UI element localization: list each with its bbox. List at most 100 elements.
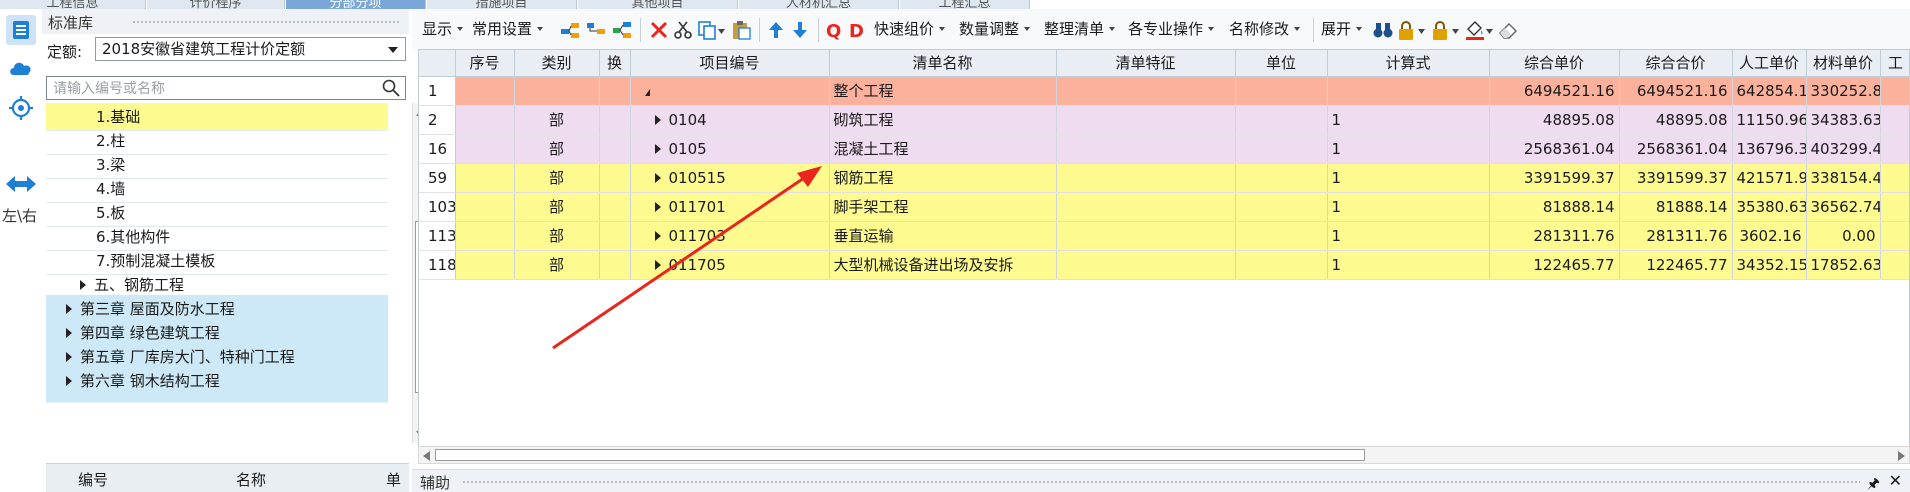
cell-truncated[interactable] [1880, 76, 1909, 106]
copy-icon[interactable] [696, 19, 718, 41]
cell-bill-feature[interactable] [1056, 76, 1236, 106]
tab-other-items[interactable]: 其他项目 [578, 0, 738, 9]
cell-swap[interactable] [599, 105, 631, 135]
fill-color-dropdown-icon[interactable] [1486, 29, 1493, 34]
find-binoculars-icon[interactable] [1372, 19, 1394, 41]
cell-swap[interactable] [599, 221, 631, 251]
col-unit[interactable]: 单位 [386, 469, 409, 492]
cell-total-price[interactable]: 48895.08 [1619, 105, 1733, 135]
organize-bill-menu[interactable]: 整理清单 [1044, 17, 1116, 41]
table-row[interactable]: 59 部 010515 钢筋工程 1 3391599.37 3391599.37 421571… [419, 163, 1909, 193]
col-bill-name[interactable]: 清单名称 [829, 50, 1057, 77]
tab-measures[interactable]: 措施项目 [427, 0, 577, 9]
left-right-swap-icon[interactable] [6, 169, 36, 199]
cell-unit[interactable] [1235, 134, 1328, 164]
cloud-icon[interactable] [6, 53, 36, 83]
cell-total-price[interactable]: 81888.14 [1619, 192, 1733, 222]
display-menu[interactable]: 显示 [422, 17, 464, 41]
scroll-left-icon[interactable] [423, 451, 430, 461]
insert-quota-icon[interactable] [611, 19, 633, 41]
row-number[interactable]: 113 [419, 221, 456, 251]
eraser-icon[interactable] [1497, 19, 1519, 41]
delete-icon[interactable] [648, 19, 670, 41]
cell-item-code[interactable] [630, 76, 830, 106]
col-material-price[interactable]: 材料单价 [1806, 50, 1881, 77]
cell-bill-feature[interactable] [1056, 192, 1236, 222]
cell-swap[interactable] [599, 134, 631, 164]
cell-total-price[interactable]: 122465.77 [1619, 250, 1733, 280]
expand-arrow-icon[interactable] [66, 304, 72, 314]
col-name[interactable]: 名称 [236, 469, 266, 490]
cell-category[interactable]: 部 [514, 134, 600, 164]
expand-arrow-icon[interactable] [80, 280, 86, 290]
col-swap[interactable]: 换 [599, 50, 631, 77]
cell-material-price[interactable]: 338154.49 [1806, 163, 1881, 193]
col-formula[interactable]: 计算式 [1327, 50, 1490, 77]
cell-bill-feature[interactable] [1056, 163, 1236, 193]
cell-formula[interactable]: 1 [1327, 250, 1490, 280]
grid-hscrollbar[interactable] [418, 446, 1910, 464]
cell-labor-price[interactable]: 3602.16 [1732, 221, 1807, 251]
cell-bill-name[interactable]: 整个工程 [829, 76, 1057, 106]
cell-truncated[interactable] [1880, 163, 1909, 193]
cell-total-price[interactable]: 2568361.04 [1619, 134, 1733, 164]
cell-unit-price[interactable]: 3391599.37 [1489, 163, 1620, 193]
cell-bill-feature[interactable] [1056, 134, 1236, 164]
cell-category[interactable]: 部 [514, 105, 600, 135]
cell-unit[interactable] [1235, 105, 1328, 135]
col-labor-price[interactable]: 人工单价 [1732, 50, 1807, 77]
quota-d-icon[interactable]: D [846, 19, 868, 41]
cell-unit[interactable] [1235, 192, 1328, 222]
cell-truncated[interactable] [1880, 250, 1909, 280]
expand-arrow-icon[interactable] [66, 328, 72, 338]
cell-labor-price[interactable]: 136796.35 [1732, 134, 1807, 164]
expand-arrow-icon[interactable] [66, 352, 72, 362]
cell-seq[interactable] [455, 105, 515, 135]
cell-seq[interactable] [455, 163, 515, 193]
table-row[interactable]: 2 部 0104 砌筑工程 1 48895.08 48895.08 11150.96 34383… [419, 105, 1909, 135]
cell-category[interactable]: 部 [514, 192, 600, 222]
table-row[interactable]: 1整个工程6494521.166494521.16642854.16330252… [419, 76, 1909, 106]
cell-unit-price[interactable]: 6494521.16 [1489, 76, 1620, 106]
fill-color-icon[interactable] [1464, 19, 1486, 41]
header-grip[interactable] [132, 20, 401, 24]
expand-arrow-icon[interactable] [654, 259, 661, 270]
cell-truncated[interactable] [1880, 105, 1909, 135]
scrollbar-thumb[interactable] [435, 449, 1365, 461]
search-box[interactable] [46, 76, 406, 100]
paste-icon[interactable] [730, 19, 752, 41]
cell-category[interactable] [514, 76, 600, 106]
cell-seq[interactable] [455, 76, 515, 106]
quick-pricing-menu[interactable]: 快速组价 [874, 17, 946, 41]
cell-bill-name[interactable]: 钢筋工程 [829, 163, 1057, 193]
row-number[interactable]: 59 [419, 163, 456, 193]
cell-formula[interactable]: 1 [1327, 221, 1490, 251]
table-row[interactable]: 103 部 011701 脚手架工程 1 81888.14 81888.14 35380.63… [419, 192, 1909, 222]
cell-material-price[interactable]: 34383.63 [1806, 105, 1881, 135]
table-row[interactable]: 113 部 011703 垂直运输 1 281311.76 281311.76 3602.16… [419, 221, 1909, 251]
cell-item-code[interactable]: 0104 [630, 105, 830, 135]
cell-material-price[interactable]: 403299.40 [1806, 134, 1881, 164]
cut-icon[interactable] [672, 19, 694, 41]
cell-unit[interactable] [1235, 221, 1328, 251]
cell-truncated[interactable] [1880, 134, 1909, 164]
row-number[interactable]: 118 [419, 250, 456, 280]
cell-formula[interactable]: 1 [1327, 163, 1490, 193]
row-number[interactable]: 2 [419, 105, 456, 135]
col-bill-feature[interactable]: 清单特征 [1056, 50, 1236, 77]
cell-swap[interactable] [599, 163, 631, 193]
insert-sub-item-icon[interactable] [585, 19, 607, 41]
cell-material-price[interactable]: 36562.74 [1806, 192, 1881, 222]
row-number[interactable]: 16 [419, 134, 456, 164]
cell-bill-name[interactable]: 砌筑工程 [829, 105, 1057, 135]
cell-material-price[interactable]: 17852.63 [1806, 250, 1881, 280]
cell-unit[interactable] [1235, 163, 1328, 193]
pin-icon[interactable]: 🖈 [1867, 473, 1880, 492]
cell-bill-feature[interactable] [1056, 250, 1236, 280]
cell-unit-price[interactable]: 122465.77 [1489, 250, 1620, 280]
cell-formula[interactable]: 1 [1327, 105, 1490, 135]
tab-bill-items[interactable]: 分部分项 [286, 0, 426, 9]
cell-bill-name[interactable]: 脚手架工程 [829, 192, 1057, 222]
table-row[interactable]: 16 部 0105 混凝土工程 1 2568361.04 2568361.04 136796.… [419, 134, 1909, 164]
cell-total-price[interactable]: 3391599.37 [1619, 163, 1733, 193]
